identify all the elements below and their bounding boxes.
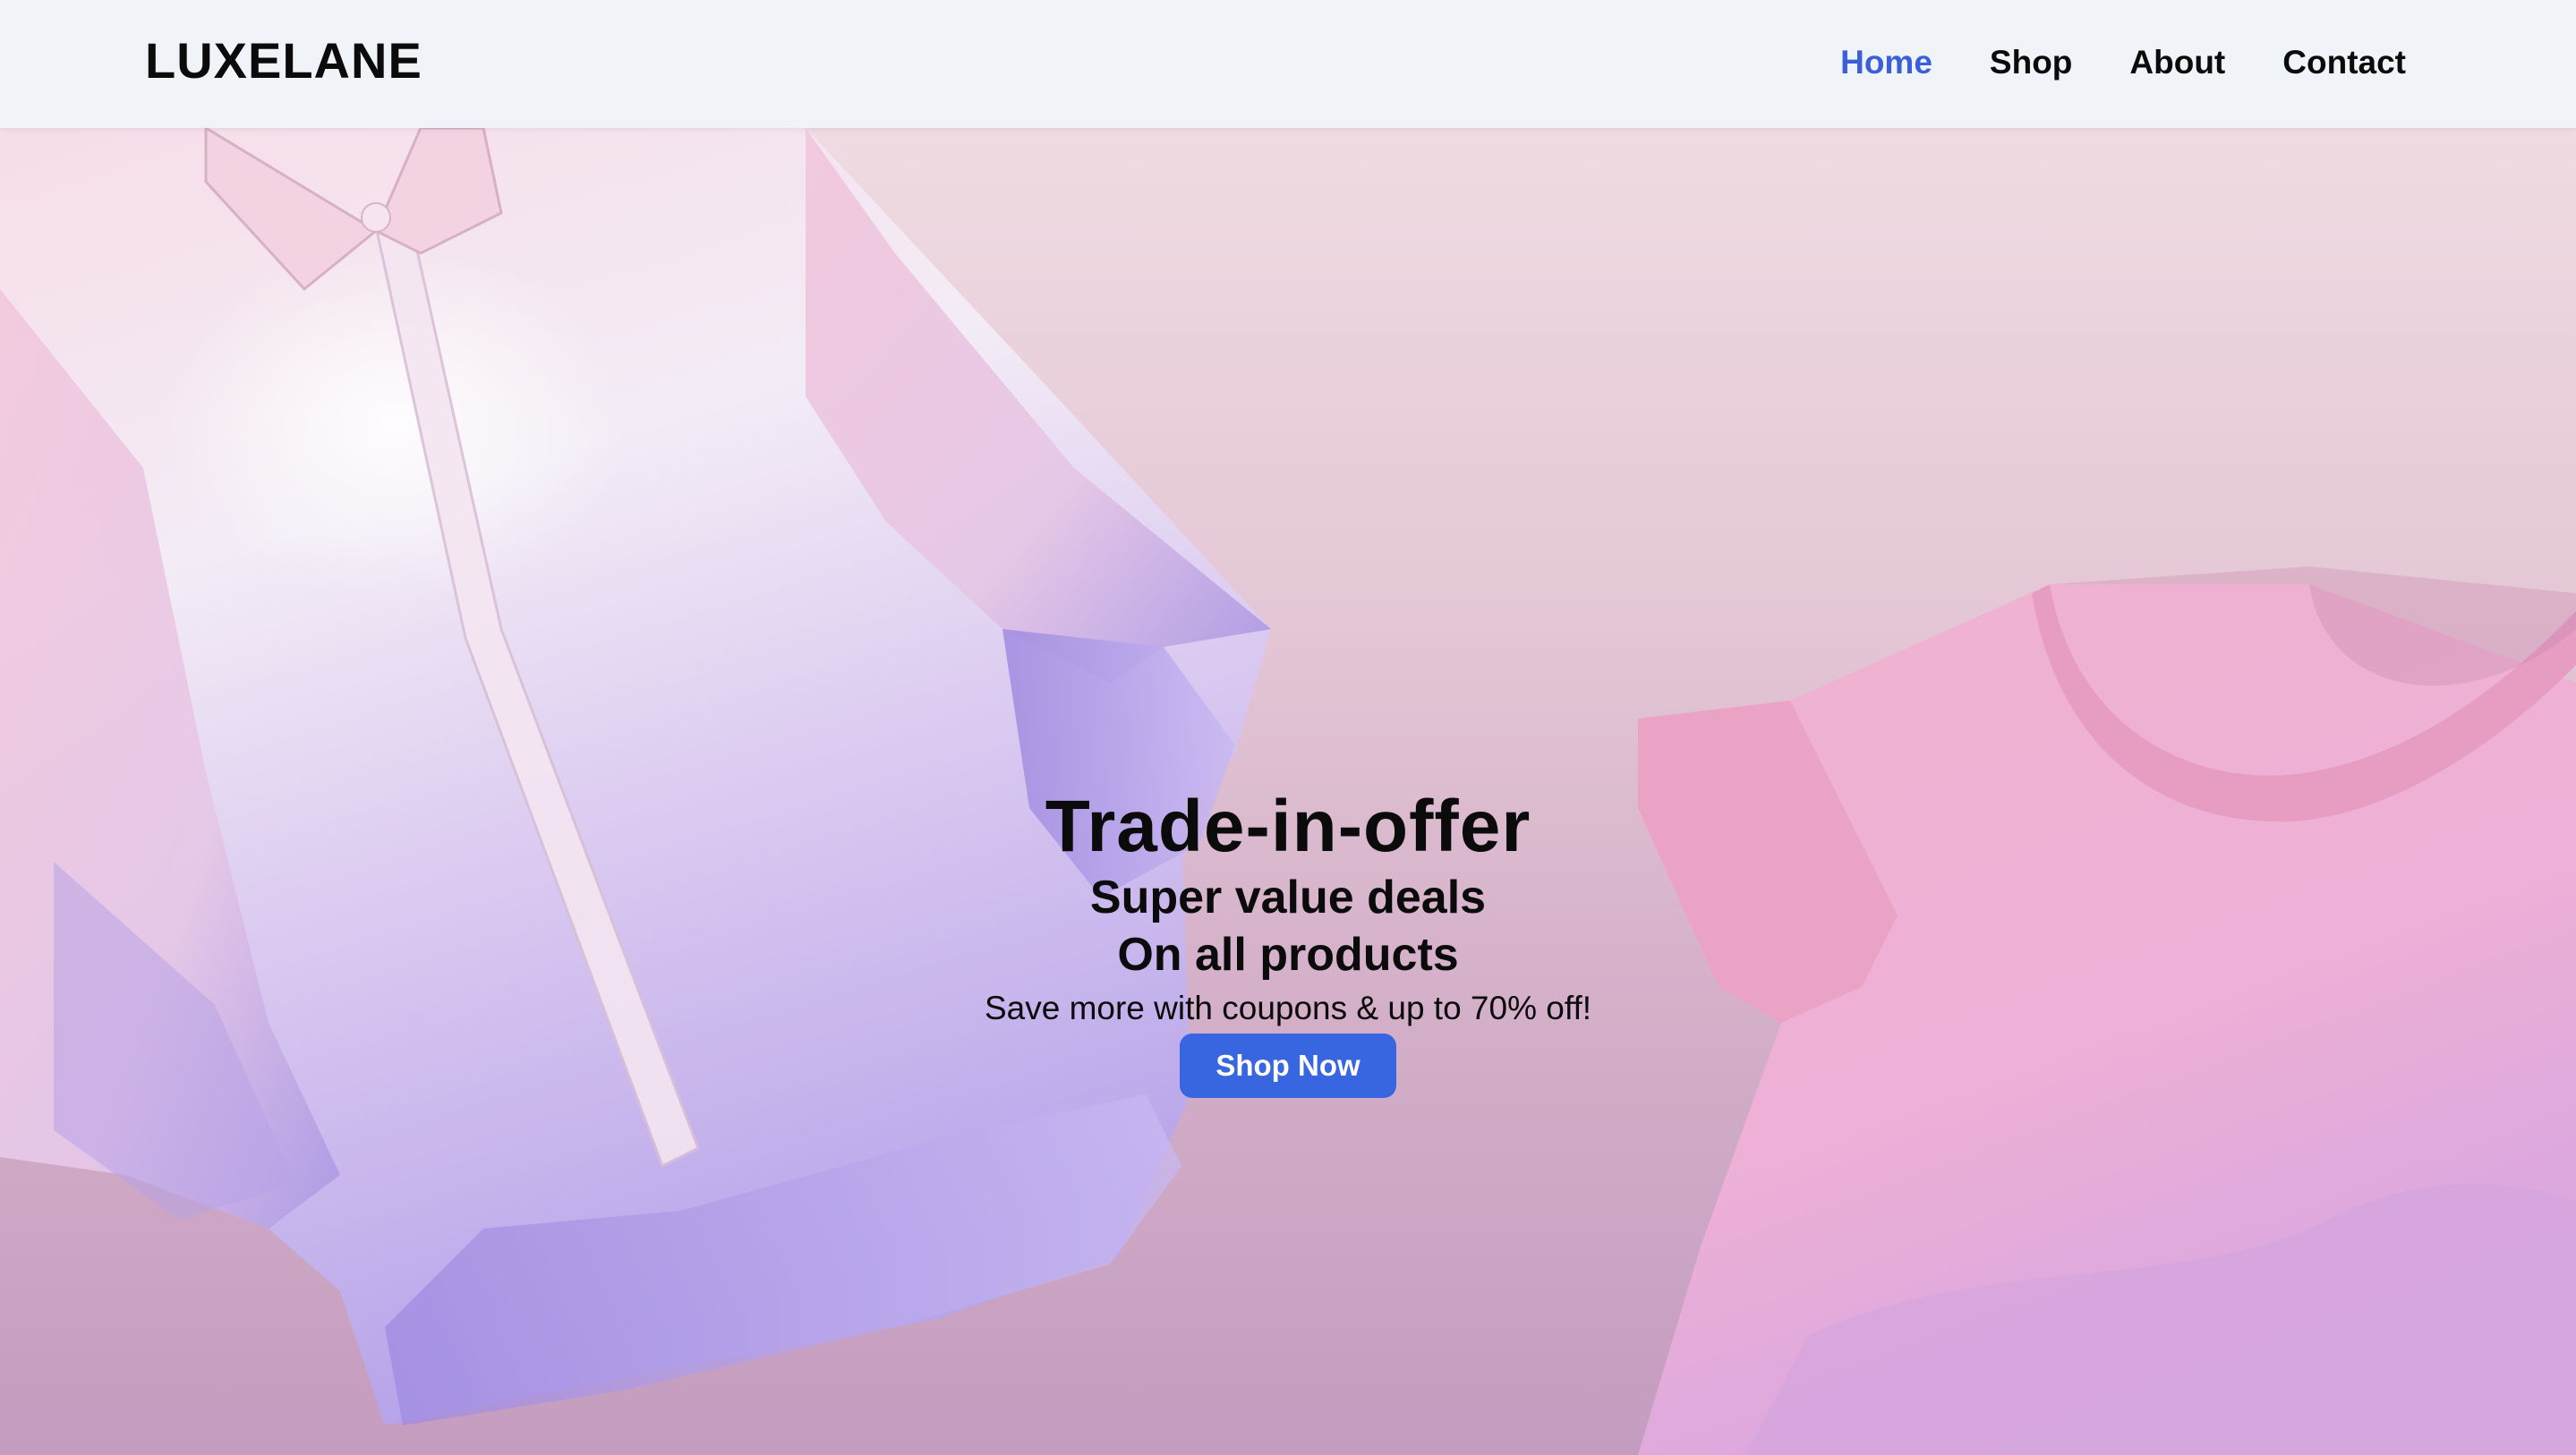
hero-subtitle: Super value deals	[1089, 872, 1487, 923]
nav-link-about[interactable]: About	[2129, 39, 2225, 86]
hero-promo-text: Save more with coupons & up to 70% off!	[984, 990, 1592, 1026]
main-nav: Home Shop About Contact	[1840, 39, 2406, 86]
nav-link-contact[interactable]: Contact	[2282, 39, 2406, 86]
brand-logo[interactable]: LUXELANE	[145, 30, 422, 91]
hero-banner: Trade-in-offer Super value deals On all …	[0, 128, 2576, 1455]
nav-link-shop[interactable]: Shop	[1990, 39, 2072, 86]
site-header: LUXELANE Home Shop About Contact	[0, 0, 2576, 128]
hero-content: Trade-in-offer Super value deals On all …	[0, 785, 2576, 1098]
shop-now-button[interactable]: Shop Now	[1180, 1034, 1396, 1098]
hero-subtitle-secondary: On all products	[1117, 929, 1459, 981]
hero-title: Trade-in-offer	[1045, 786, 1531, 867]
nav-link-home[interactable]: Home	[1840, 39, 1932, 86]
